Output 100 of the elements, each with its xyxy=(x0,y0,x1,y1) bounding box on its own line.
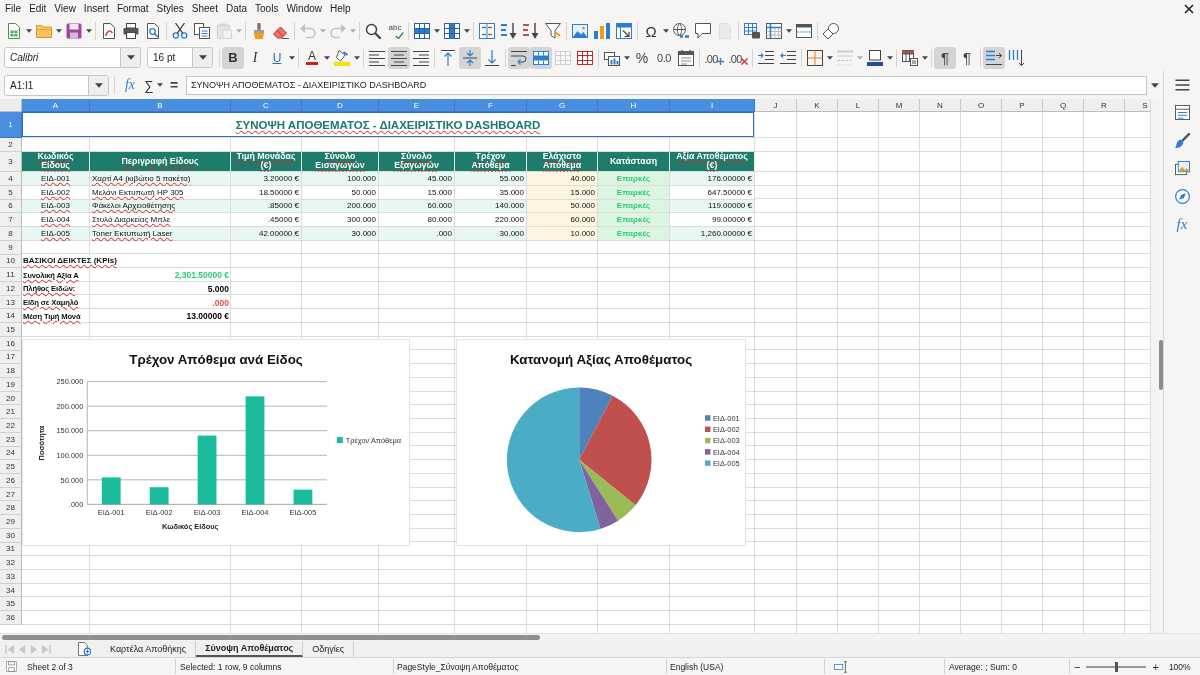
spreadsheet-grid[interactable] xyxy=(0,99,1150,633)
row-header[interactable]: 29 xyxy=(0,515,22,529)
menu-item[interactable]: Edit xyxy=(25,1,51,17)
row-header[interactable]: 33 xyxy=(0,570,22,584)
row-header[interactable]: 35 xyxy=(0,597,22,612)
scissors-icon xyxy=(172,23,188,39)
row-header[interactable]: 14 xyxy=(0,309,22,324)
bold-button[interactable]: B xyxy=(222,46,244,69)
column-header[interactable]: P xyxy=(1002,99,1043,112)
menu-item[interactable]: Sheet xyxy=(187,1,222,17)
sort-button[interactable] xyxy=(476,20,498,42)
zoom-out-button[interactable]: − xyxy=(1072,660,1083,673)
merge-center-button[interactable] xyxy=(530,46,552,69)
row-header[interactable]: 7 xyxy=(0,213,22,228)
row-header[interactable]: 21 xyxy=(0,405,22,420)
menu-item[interactable]: Styles xyxy=(152,1,188,17)
special-character-button[interactable]: Ω xyxy=(640,20,662,42)
formula-button[interactable]: = xyxy=(167,75,181,95)
font-name-combobox[interactable]: Calibri xyxy=(4,47,141,68)
sheet-tab[interactable]: Καρτέλα Αποθήκης xyxy=(101,641,197,657)
sheet-tab[interactable]: Οδηγίες xyxy=(303,641,355,657)
pivot-table-button[interactable] xyxy=(613,20,635,42)
column-header[interactable]: M xyxy=(879,99,920,112)
autofilter-button[interactable] xyxy=(542,20,564,42)
add-decimal-button[interactable]: .00 xyxy=(702,46,726,69)
underline-button[interactable]: U xyxy=(266,46,288,69)
spelling-button[interactable]: abc xyxy=(384,20,406,42)
percent-button[interactable]: % xyxy=(631,46,653,69)
brush-icon[interactable] xyxy=(1174,133,1190,148)
column-header[interactable]: N xyxy=(920,99,961,112)
function-wizard-button[interactable]: fx xyxy=(121,75,139,95)
font-color-button[interactable]: A xyxy=(301,46,323,69)
row-header[interactable]: 18 xyxy=(0,364,22,378)
row-button[interactable] xyxy=(411,20,433,42)
name-box[interactable]: A1:I1 xyxy=(4,74,109,96)
draw-functions-button[interactable] xyxy=(820,20,842,42)
left-to-right-button[interactable]: ¶ xyxy=(934,46,956,69)
align-right-icon xyxy=(413,49,429,66)
menu-item[interactable]: Format xyxy=(112,1,153,17)
row-header[interactable]: 3 xyxy=(0,151,22,173)
row-header[interactable]: 11 xyxy=(0,268,22,282)
row-header[interactable]: 2 xyxy=(0,138,22,152)
dropdown-button[interactable] xyxy=(120,48,140,67)
zoom-slider-thumb[interactable] xyxy=(1115,661,1119,672)
compass-icon[interactable] xyxy=(1174,189,1190,204)
scrollbar-thumb[interactable] xyxy=(1159,340,1163,390)
align-middle-button[interactable] xyxy=(459,46,481,69)
menu-item[interactable]: Tools xyxy=(251,1,283,17)
italic-button[interactable]: I xyxy=(244,46,266,69)
row-header[interactable]: 8 xyxy=(0,227,22,241)
dropdown-button[interactable] xyxy=(192,48,212,67)
column-header[interactable]: J xyxy=(755,99,797,112)
right-to-left-button[interactable]: ¶ xyxy=(956,46,978,69)
freeze-button[interactable] xyxy=(763,20,785,42)
page-plus-icon[interactable] xyxy=(78,642,91,656)
menu-icon[interactable] xyxy=(1174,78,1190,92)
close-icon[interactable] xyxy=(1184,4,1194,14)
menu-item[interactable]: View xyxy=(50,1,80,17)
row-header[interactable]: 32 xyxy=(0,556,22,571)
menu-item[interactable]: Help xyxy=(326,1,355,17)
row-header[interactable]: 25 xyxy=(0,460,22,474)
table-cell: Χαρτί Α4 (κιβώτιο 5 πακέτα) xyxy=(90,172,231,186)
insert-chart-button[interactable] xyxy=(591,20,613,42)
image-stack-icon[interactable] xyxy=(1174,161,1190,176)
functions-button[interactable]: fx xyxy=(1176,217,1188,232)
wrap-text-button[interactable] xyxy=(508,46,530,69)
status-cell: Επαρκές xyxy=(598,213,670,228)
zoom-in-button[interactable]: + xyxy=(1150,660,1161,673)
row-header[interactable]: 26 xyxy=(0,474,22,488)
row-header[interactable]: 22 xyxy=(0,419,22,433)
column-button[interactable] xyxy=(441,20,463,42)
column-header[interactable]: R xyxy=(1084,99,1125,112)
column-header[interactable]: S xyxy=(1125,99,1150,112)
rectangle-cursor-icon[interactable] xyxy=(832,660,849,673)
column-header[interactable]: K xyxy=(797,99,838,112)
row-header[interactable]: 15 xyxy=(0,323,22,337)
column-header[interactable]: Q xyxy=(1043,99,1084,112)
menu-item[interactable]: Data xyxy=(221,1,252,17)
column-header[interactable]: L xyxy=(838,99,879,112)
number-format-button[interactable]: 0.0 xyxy=(653,46,675,69)
formula-input-field[interactable]: ΣΥΝΟΨΗ ΑΠΟΘΕΜΑΤΟΣ - ΔΙΑΧΕΙΡΙΣΤΙΚΟ DASHBOARD xyxy=(186,75,1147,95)
horizontal-text-button[interactable] xyxy=(983,46,1005,69)
menu-item[interactable]: File xyxy=(1,1,26,17)
banknote-chart-icon xyxy=(604,49,620,66)
row-header[interactable]: 4 xyxy=(0,172,22,186)
copy-button[interactable] xyxy=(191,20,213,42)
list-panel-icon[interactable] xyxy=(1174,105,1190,120)
row-header[interactable]: 36 xyxy=(0,611,22,625)
delete-decimal-button[interactable]: .00 xyxy=(726,46,750,69)
align-left-icon xyxy=(369,49,385,66)
sum-button[interactable]: ∑ xyxy=(142,75,156,95)
scrollbar-thumb[interactable] xyxy=(2,635,540,640)
dropdown-button[interactable] xyxy=(88,75,108,95)
row-header[interactable]: 28 xyxy=(0,501,22,516)
menu-item[interactable]: Window xyxy=(282,1,326,17)
font-size-combobox[interactable]: 16 pt xyxy=(147,47,213,68)
column-header[interactable]: O xyxy=(961,99,1002,112)
menu-item[interactable]: Insert xyxy=(79,1,113,17)
align-center-button[interactable] xyxy=(388,46,410,69)
print-area-button[interactable] xyxy=(741,20,763,42)
